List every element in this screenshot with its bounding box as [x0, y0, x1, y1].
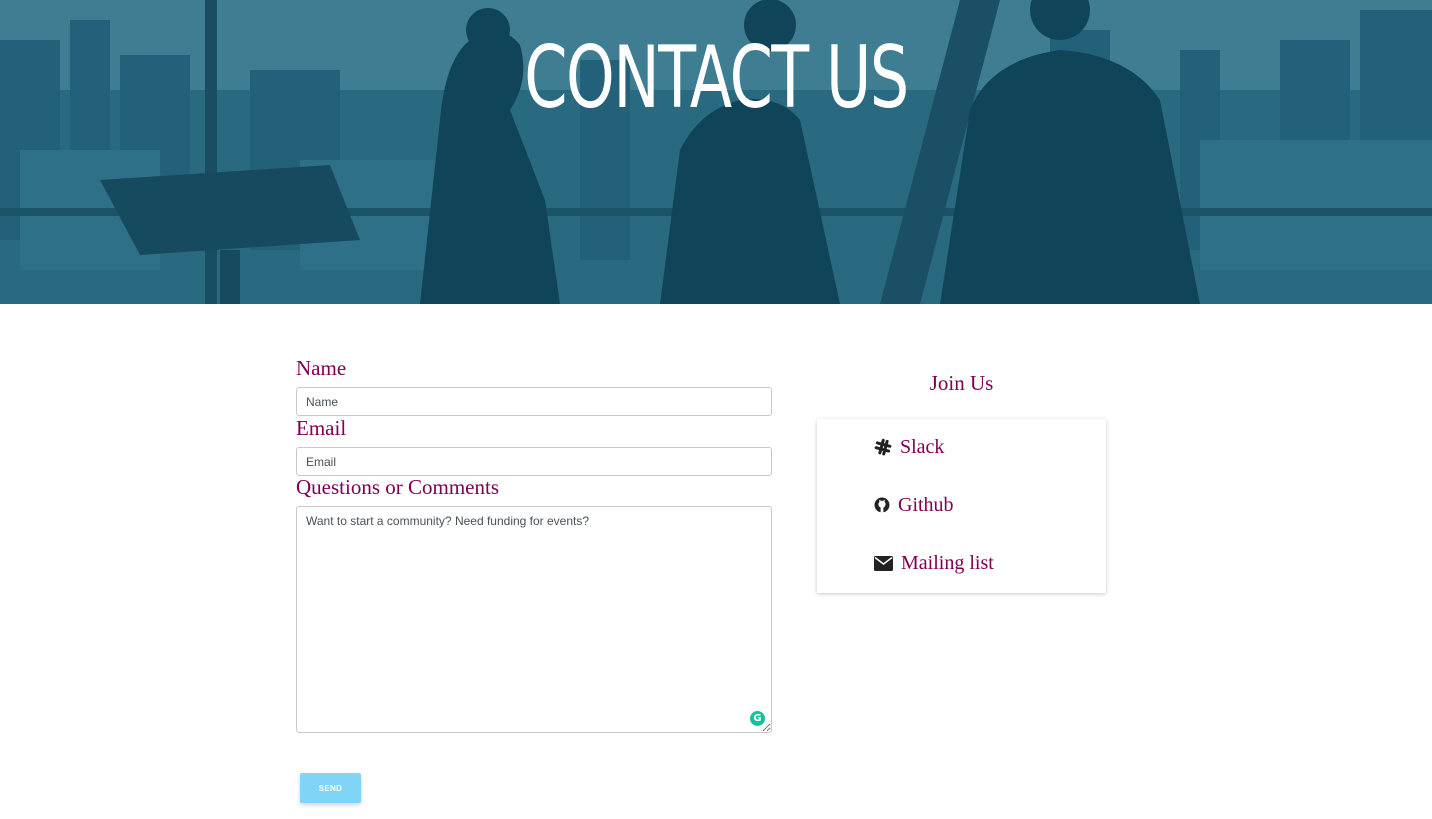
mailing-list-link[interactable]: Mailing list [874, 550, 994, 576]
grammarly-icon[interactable]: G [750, 711, 765, 726]
comments-label: Questions or Comments [296, 475, 499, 499]
email-label: Email [296, 416, 347, 440]
mailing-list-link-label: Mailing list [901, 552, 994, 574]
github-link-label: Github [898, 494, 954, 516]
name-label: Name [296, 356, 347, 380]
slack-link[interactable]: Slack [874, 434, 944, 460]
github-link[interactable]: Github [874, 492, 954, 518]
comments-textarea[interactable] [296, 506, 772, 733]
github-icon [874, 497, 890, 513]
join-us-card: Slack Github Mailing list [817, 419, 1106, 593]
join-us-heading: Join Us [929, 371, 994, 395]
email-input[interactable] [296, 447, 772, 476]
name-input[interactable] [296, 387, 772, 416]
page-title: CONTACT US [524, 28, 909, 128]
envelope-icon [874, 555, 893, 571]
send-button[interactable]: SEND [300, 773, 361, 803]
slack-icon [874, 438, 892, 456]
slack-link-label: Slack [900, 436, 945, 458]
hero-banner: CONTACT US [0, 0, 1432, 304]
